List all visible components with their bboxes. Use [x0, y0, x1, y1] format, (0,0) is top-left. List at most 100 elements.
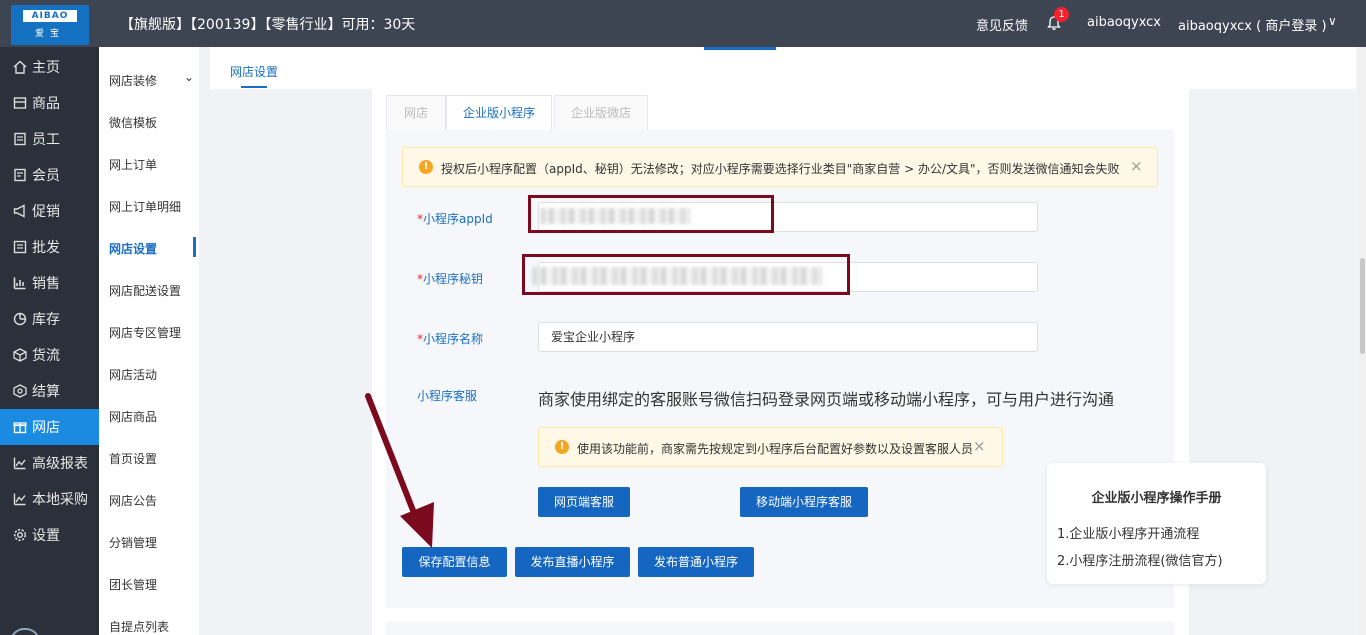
sidebar-item-label: 设置 — [32, 528, 60, 544]
subnav-item-1[interactable]: 微信模板 — [109, 114, 157, 131]
tab-enterprise-miniprogram[interactable]: 企业版小程序 — [446, 95, 552, 132]
gift-icon — [13, 422, 27, 434]
subnav-item-2[interactable]: 网上订单 — [109, 156, 157, 173]
tab-shop-settings[interactable]: 网店设置 — [230, 63, 278, 80]
sidebar-item-label: 本地采购 — [32, 492, 88, 508]
chevron-down-icon[interactable]: ⌄ — [184, 70, 194, 84]
appid-label: *小程序appId — [417, 212, 493, 226]
mobile-service-button[interactable]: 移动端小程序客服 — [740, 487, 868, 517]
sidebar-item-label: 高级报表 — [32, 456, 88, 472]
active-indicator — [193, 237, 196, 257]
goods-icon — [13, 97, 27, 109]
subnav-item-10[interactable]: 网店公告 — [109, 492, 157, 509]
sidebar-item-label: 会员 — [32, 168, 60, 184]
next-section — [386, 622, 1174, 635]
subnav-item-4[interactable]: 网店设置 — [109, 240, 157, 257]
publish-live-button[interactable]: 发布直播小程序 — [515, 547, 630, 577]
logo-text: AIBAO — [23, 10, 77, 22]
subnav-item-9[interactable]: 首页设置 — [109, 450, 157, 467]
sidebar-item-9[interactable]: 结算 — [0, 373, 99, 409]
publish-normal-button[interactable]: 发布普通小程序 — [638, 547, 754, 577]
promo-icon — [13, 204, 25, 218]
manual-card: 企业版小程序操作手册 1.企业版小程序开通流程 2.小程序注册流程(微信官方) — [1047, 463, 1266, 584]
wholesale-icon — [13, 240, 27, 254]
tab-webshop[interactable]: 网店 — [386, 95, 446, 131]
sidebar-item-7[interactable]: 库存 — [0, 301, 99, 337]
inventory-icon — [13, 312, 27, 326]
warning-icon: ! — [419, 160, 433, 174]
page-tab-bar — [210, 47, 1356, 89]
highlight-box — [522, 254, 850, 295]
sidebar-item-label: 主页 — [32, 60, 60, 76]
sidebar-item-1[interactable]: 商品 — [0, 85, 99, 121]
sidebar-item-label: 货流 — [32, 348, 60, 364]
subnav-item-8[interactable]: 网店商品 — [109, 408, 157, 425]
sidebar-item-label: 员工 — [32, 132, 60, 148]
main-sidebar: 主页商品员工会员促销批发销售库存货流结算网店高级报表本地采购设置 — [0, 47, 99, 635]
sidebar-item-label: 批发 — [32, 240, 60, 256]
warning-text: 授权后小程序配置（appId、秘钥）无法修改；对应小程序需要选择行业类目"商家自… — [441, 162, 1120, 176]
sidebar-item-6[interactable]: 销售 — [0, 265, 99, 301]
version-title: 【旗舰版】【200139】【零售行业】可用：30天 — [120, 17, 416, 33]
account-menu[interactable]: aibaoqyxcx ( 商户登录 ) — [1178, 15, 1327, 34]
service-warning-text: 使用该功能前，商家需先按规定到小程序后台配置好参数以及设置客服人员 — [577, 442, 974, 456]
notification-badge: 1 — [1054, 7, 1069, 22]
member-icon — [14, 168, 26, 182]
subnav-item-11[interactable]: 分销管理 — [109, 534, 157, 551]
scroll-tab-indicator — [704, 47, 776, 50]
service-description: 商家使用绑定的客服账号微信扫码登录网页端或移动端小程序，可与用户进行沟通 — [538, 390, 1115, 409]
chevron-down-icon[interactable]: ∨ — [1328, 14, 1337, 28]
subnav-item-6[interactable]: 网店专区管理 — [109, 324, 181, 341]
sidebar-item-4[interactable]: 促销 — [0, 193, 99, 229]
sidebar-item-0[interactable]: 主页 — [0, 49, 99, 85]
logistics-icon — [13, 348, 27, 362]
annotation-arrow — [365, 393, 434, 548]
sidebar-item-12[interactable]: 本地采购 — [0, 481, 99, 517]
manual-link-open[interactable]: 1.企业版小程序开通流程 — [1057, 523, 1199, 542]
sidebar-item-11[interactable]: 高级报表 — [0, 445, 99, 481]
subnav-item-12[interactable]: 团长管理 — [109, 576, 157, 593]
subnav-item-3[interactable]: 网上订单明细 — [109, 198, 181, 215]
feedback-link[interactable]: 意见反馈 — [976, 15, 1028, 34]
sub-sidebar: 网店装修微信模板网上订单网上订单明细 网店设置网店配送设置 网店专区管理 网店活动网店… — [99, 47, 199, 635]
manual-title: 企业版小程序操作手册 — [1091, 491, 1222, 506]
web-service-button[interactable]: 网页端客服 — [538, 487, 630, 517]
service-warning-alert: ! 使用该功能前，商家需先按规定到小程序后台配置好参数以及设置客服人员 × — [538, 427, 1003, 467]
tab-underline — [241, 86, 267, 88]
sidebar-item-3[interactable]: 会员 — [0, 157, 99, 193]
sidebar-item-8[interactable]: 货流 — [0, 337, 99, 373]
sidebar-item-5[interactable]: 批发 — [0, 229, 99, 265]
purchase-icon — [13, 493, 26, 506]
sidebar-item-label: 促销 — [32, 204, 60, 220]
sidebar-item-label: 网店 — [32, 420, 60, 436]
sidebar-item-label: 销售 — [32, 276, 60, 292]
manual-link-register[interactable]: 2.小程序注册流程(微信官方) — [1057, 550, 1223, 569]
name-label: *小程序名称 — [417, 332, 484, 346]
subnav-item-7[interactable]: 网店活动 — [109, 366, 157, 383]
subnav-item-0[interactable]: 网店装修 — [109, 72, 157, 89]
subnav-item-13[interactable]: 自提点列表 — [109, 618, 169, 635]
close-icon[interactable]: × — [973, 437, 986, 455]
sidebar-item-label: 商品 — [32, 96, 60, 112]
secret-label: *小程序秘钥 — [417, 272, 484, 286]
scrollbar-thumb[interactable] — [1360, 258, 1365, 354]
sales-icon — [13, 277, 26, 290]
username: aibaoqyxcx — [1087, 15, 1162, 30]
warning-icon: ! — [555, 440, 569, 454]
settlement-icon — [13, 384, 27, 398]
top-bar: AIBAO 爱宝 【旗舰版】【200139】【零售行业】可用：30天 意见反馈 … — [0, 0, 1366, 47]
sidebar-item-13[interactable]: 设置 — [0, 517, 99, 553]
report-icon — [13, 457, 26, 470]
sidebar-item-10[interactable]: 网店 — [0, 409, 99, 445]
warning-alert: ! 授权后小程序配置（appId、秘钥）无法修改；对应小程序需要选择行业类目"商… — [402, 147, 1158, 187]
logo[interactable]: AIBAO 爱宝 — [11, 5, 89, 45]
sidebar-item-label: 库存 — [32, 312, 60, 328]
name-input[interactable]: 爱宝企业小程序 — [538, 322, 1038, 352]
tab-enterprise-microshop[interactable]: 企业版微店 — [554, 95, 648, 131]
subnav-item-5[interactable]: 网店配送设置 — [109, 282, 181, 299]
gear-icon — [13, 528, 27, 542]
close-icon[interactable]: × — [1130, 157, 1143, 175]
staff-icon — [14, 132, 26, 146]
highlight-box — [528, 195, 774, 233]
sidebar-item-2[interactable]: 员工 — [0, 121, 99, 157]
